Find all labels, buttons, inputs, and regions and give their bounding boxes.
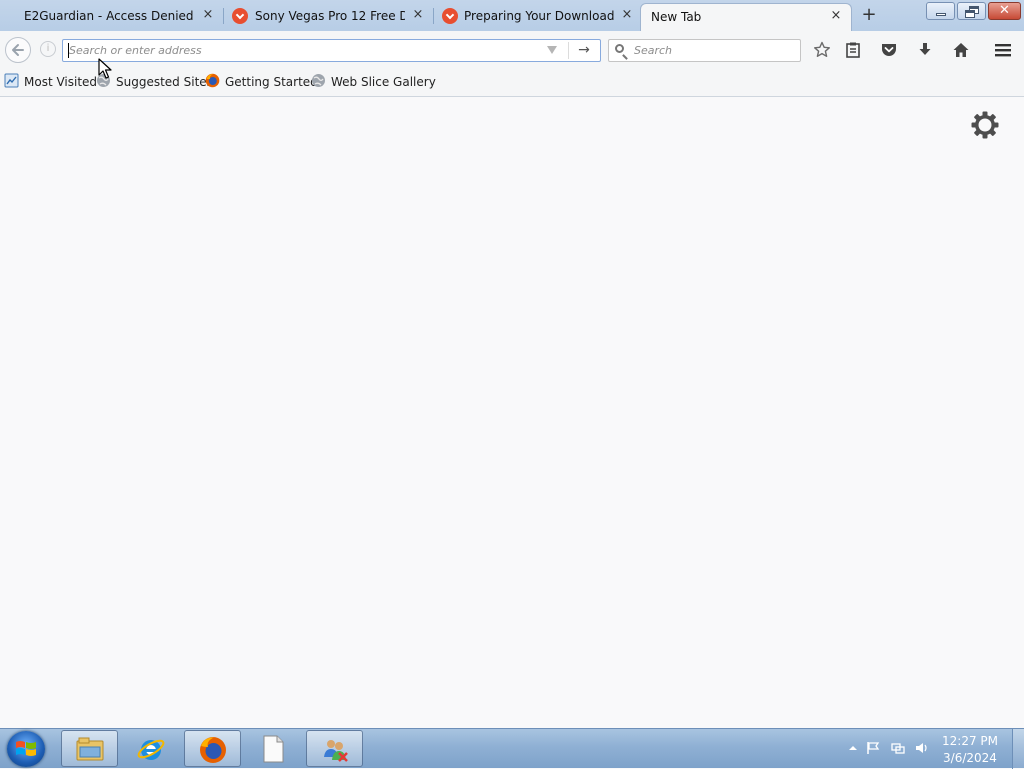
network-users-icon (324, 740, 348, 762)
taskbar-firefox[interactable] (184, 730, 241, 767)
tab-e2guardian[interactable]: E2Guardian - Access Denied × (0, 3, 222, 31)
system-tray: 12:27 PM 3/6/2024 (842, 729, 1024, 769)
bookmark-label: Getting Started (225, 75, 318, 89)
file-explorer-icon (76, 737, 104, 761)
bookmark-web-slice-gallery[interactable]: Web Slice Gallery (311, 73, 436, 91)
download-favicon-icon (232, 8, 248, 24)
download-favicon-icon (442, 8, 458, 24)
tab-strip: E2Guardian - Access Denied × Sony Vegas … (0, 0, 1024, 31)
home-icon (953, 43, 969, 57)
new-tab-settings-button[interactable] (970, 110, 1000, 140)
tab-title: New Tab (651, 10, 702, 24)
downloads-icon (919, 43, 931, 55)
open-menu-button[interactable] (991, 39, 1015, 61)
action-center-flag-icon[interactable] (866, 741, 880, 755)
search-input[interactable] (634, 42, 794, 59)
windows-taskbar: 12:27 PM 3/6/2024 (0, 728, 1024, 769)
taskbar-internet-explorer[interactable] (123, 730, 180, 767)
reading-list-button[interactable] (841, 39, 865, 61)
close-window-button[interactable]: ✕ (988, 2, 1021, 20)
mouse-pointer-icon (98, 58, 112, 79)
url-divider (568, 42, 569, 59)
internet-explorer-icon (137, 739, 165, 760)
tab-new-tab[interactable]: New Tab × (640, 3, 852, 31)
bookmark-label: Suggested Sites (116, 75, 213, 89)
text-caret (68, 43, 69, 58)
taskbar-file-explorer[interactable] (61, 730, 118, 767)
address-input[interactable] (69, 42, 539, 59)
bookmark-label: Most Visited (24, 75, 98, 89)
pocket-button[interactable] (877, 39, 901, 61)
tab-title: Preparing Your Download ... (464, 9, 616, 23)
back-arrow-icon (12, 44, 24, 56)
downloads-button[interactable] (913, 39, 937, 61)
tab-close-icon[interactable]: × (620, 8, 634, 22)
tab-title: E2Guardian - Access Denied (24, 9, 194, 23)
history-dropdown-icon[interactable] (547, 46, 557, 54)
show-hidden-icons-icon[interactable] (846, 741, 860, 755)
minimize-button[interactable] (926, 2, 955, 20)
windows-logo-icon (16, 741, 36, 756)
search-icon[interactable] (615, 44, 624, 53)
start-button[interactable] (7, 731, 45, 767)
new-tab-page (0, 97, 1024, 728)
go-arrow-icon[interactable]: → (576, 43, 592, 59)
document-icon (263, 735, 284, 763)
bookmark-most-visited[interactable]: Most Visited (4, 73, 97, 91)
restore-button[interactable] (957, 2, 986, 20)
bookmark-getting-started[interactable]: Getting Started (205, 73, 318, 91)
tab-preparing-download[interactable]: Preparing Your Download ... × (434, 3, 640, 31)
tab-close-icon[interactable]: × (411, 8, 425, 22)
tab-close-icon[interactable]: × (201, 8, 215, 22)
back-button[interactable] (5, 37, 31, 63)
firefox-icon (205, 73, 220, 88)
taskbar-network-app[interactable] (306, 730, 363, 767)
search-bar[interactable] (608, 39, 801, 62)
taskbar-document[interactable] (245, 730, 302, 767)
volume-icon[interactable] (915, 741, 929, 755)
gear-icon (971, 111, 999, 139)
bookmark-label: Web Slice Gallery (331, 75, 436, 89)
close-icon: ✕ (999, 3, 1010, 18)
tab-title: Sony Vegas Pro 12 Free Do... (255, 9, 405, 23)
network-icon[interactable] (891, 741, 905, 755)
bookmark-star-icon (814, 41, 830, 57)
clock-date[interactable]: 3/6/2024 (935, 751, 1005, 765)
reading-list-icon (846, 42, 860, 58)
navigation-toolbar: i → (0, 31, 1024, 68)
tab-sony-vegas[interactable]: Sony Vegas Pro 12 Free Do... × (224, 3, 432, 31)
most-visited-icon (4, 73, 19, 88)
menu-icon (995, 44, 1011, 57)
show-desktop-button[interactable] (1012, 729, 1024, 769)
firefox-icon (200, 737, 226, 763)
tab-close-icon[interactable]: × (829, 9, 843, 23)
home-button[interactable] (949, 39, 973, 61)
pocket-icon (882, 44, 896, 56)
bookmark-star-button[interactable] (810, 39, 834, 61)
globe-icon (312, 74, 325, 87)
new-tab-button[interactable]: + (860, 6, 878, 24)
clock-time[interactable]: 12:27 PM (935, 734, 1005, 748)
site-identity-icon[interactable]: i (40, 41, 56, 57)
url-bar[interactable]: → (62, 39, 601, 62)
bookmarks-toolbar: Most Visited Suggested Sites Getting Sta… (0, 68, 1024, 97)
